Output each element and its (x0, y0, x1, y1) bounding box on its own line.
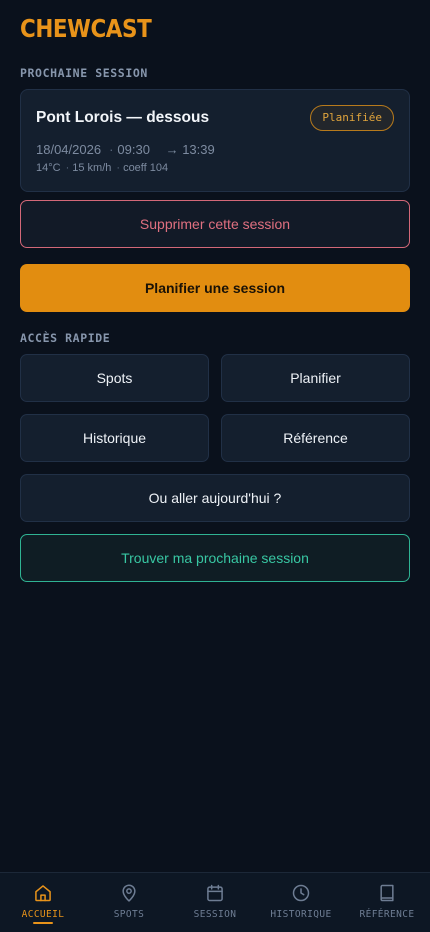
session-times: 18/04/2026 · 09:30 → 13:39 (36, 142, 215, 157)
calendar-icon (207, 884, 223, 902)
home-icon (35, 885, 51, 902)
clock-icon (292, 884, 310, 902)
nav-label-history: HISTORIQUE (270, 909, 332, 920)
delete-session-button[interactable]: Supprimer cette session (20, 200, 410, 248)
next-session-card[interactable]: Pont Lorois — dessous Planifiée 18/04/20… (20, 89, 410, 192)
plan-session-button[interactable]: Planifier une session (20, 264, 410, 312)
nav-item-session[interactable]: SESSION (172, 873, 258, 932)
quick-history-button[interactable]: Historique (20, 414, 209, 462)
status-badge: Planifiée (310, 105, 394, 131)
bottom-nav: ACCUEIL SPOTS SESSION HISTORIQUE RÉFÉREN… (0, 872, 430, 932)
session-end-time: → 13:39 (165, 142, 215, 157)
app-root: CHEWCAST PROCHAINE SESSION Pont Lorois —… (0, 0, 430, 932)
app-logo: CHEWCAST (20, 14, 152, 43)
section-label-quick-access: ACCÈS RAPIDE (20, 331, 111, 345)
session-coefficient: coeff 104 (123, 162, 169, 174)
where-today-button[interactable]: Ou aller aujourd'hui ? (20, 474, 410, 522)
map-pin-icon (122, 884, 136, 902)
separator-dot: · (65, 162, 70, 174)
active-tab-indicator (33, 922, 53, 924)
nav-item-spots[interactable]: SPOTS (86, 873, 172, 932)
nav-item-history[interactable]: HISTORIQUE (258, 873, 344, 932)
quick-spots-button[interactable]: Spots (20, 354, 209, 402)
nav-label-home: ACCUEIL (21, 909, 65, 920)
separator-dot: · (116, 162, 121, 174)
quick-plan-button[interactable]: Planifier (221, 354, 410, 402)
nav-label-spots: SPOTS (113, 909, 145, 920)
session-spot-title: Pont Lorois — dessous (36, 109, 210, 126)
session-temperature: 14°C (36, 162, 61, 174)
find-next-session-button[interactable]: Trouver ma prochaine session (20, 534, 410, 582)
nav-label-session: SESSION (193, 909, 237, 920)
section-label-next-session: PROCHAINE SESSION (20, 66, 148, 80)
session-conditions: 14°C · 15 km/h · coeff 104 (36, 162, 168, 174)
nav-item-reference[interactable]: RÉFÉRENCE (344, 873, 430, 932)
separator-space (158, 142, 162, 157)
nav-item-home[interactable]: ACCUEIL (0, 873, 86, 932)
book-icon (380, 884, 394, 902)
quick-reference-button[interactable]: Référence (221, 414, 410, 462)
separator-dot: · (109, 142, 114, 157)
session-date: 18/04/2026 (36, 142, 102, 157)
session-start-time: 09:30 (117, 142, 150, 157)
nav-label-reference: RÉFÉRENCE (359, 909, 415, 920)
session-wind: 15 km/h (72, 162, 112, 174)
